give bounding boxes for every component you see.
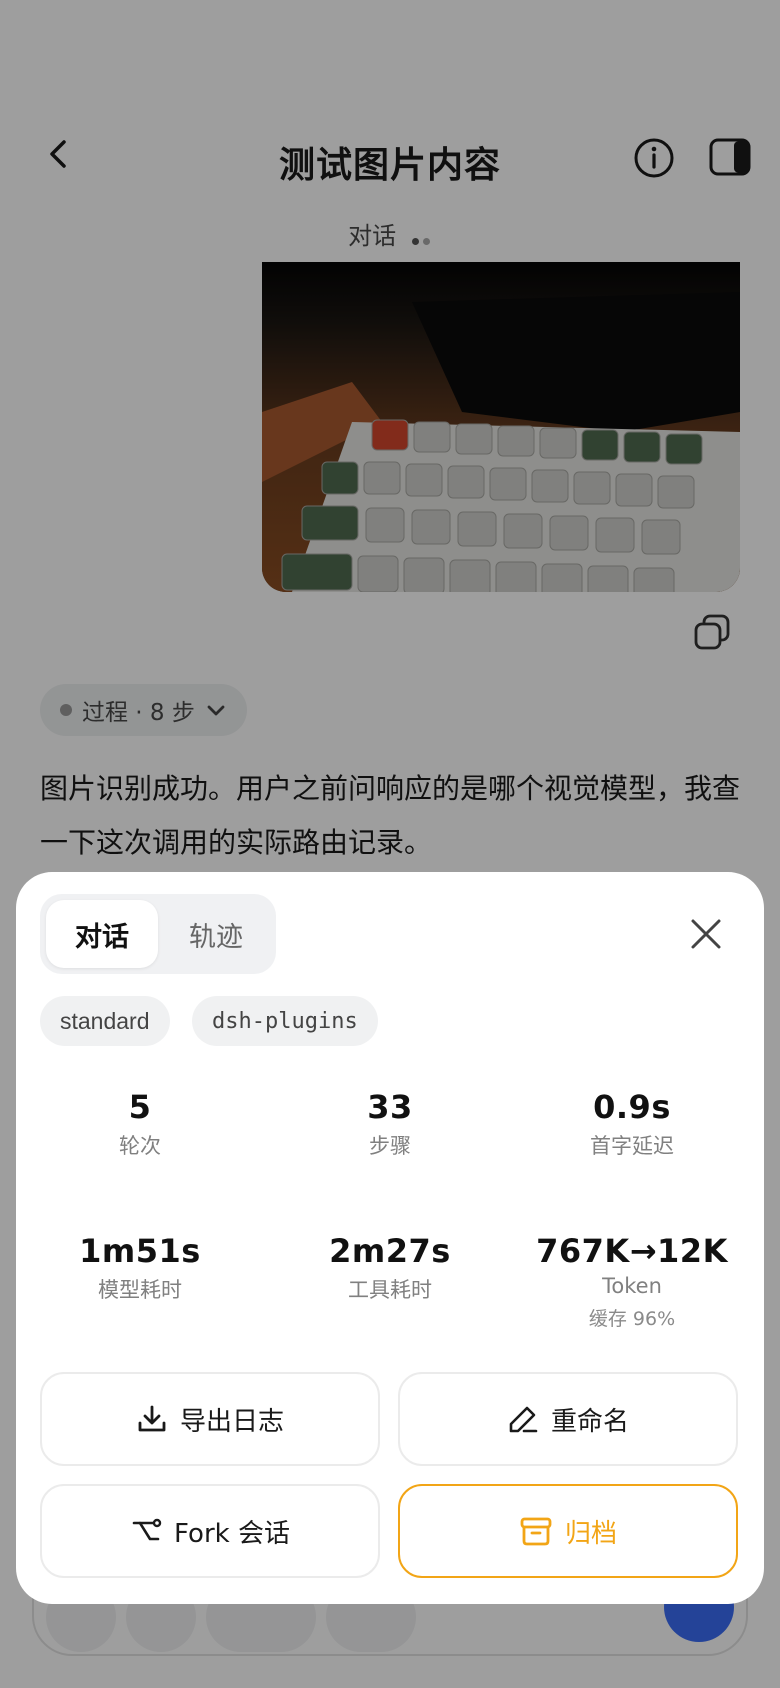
fork-label: Fork 会话 bbox=[174, 1518, 290, 1549]
stat-value: 33 bbox=[367, 1088, 413, 1126]
tag-plugins: dsh-plugins bbox=[192, 996, 378, 1046]
stat-label: 模型耗时 bbox=[98, 1278, 182, 1302]
archive-button[interactable]: 归档 bbox=[398, 1484, 738, 1578]
pencil-icon bbox=[509, 1406, 538, 1433]
details-tabs: 对话 轨迹 bbox=[40, 894, 276, 974]
close-icon bbox=[691, 919, 721, 949]
stat-value: 767K→12K bbox=[536, 1232, 728, 1270]
stat-value: 5 bbox=[128, 1088, 152, 1126]
archive-label: 归档 bbox=[564, 1518, 617, 1549]
stat-label: 轮次 bbox=[119, 1134, 161, 1158]
fork-icon bbox=[132, 1518, 162, 1541]
stat-cache-rate: 缓存 96% bbox=[588, 1308, 676, 1330]
stat-first-token-latency: 0.9s 首字延迟 bbox=[514, 1088, 750, 1160]
conversation-details-sheet: 对话 轨迹 standard dsh-plugins 5 轮次 33 步骤 0.… bbox=[16, 872, 764, 1604]
stat-value: 0.9s bbox=[593, 1088, 671, 1126]
archive-icon bbox=[520, 1517, 552, 1546]
rename-label: 重命名 bbox=[550, 1406, 629, 1437]
export-log-label: 导出日志 bbox=[179, 1406, 284, 1437]
download-icon bbox=[138, 1405, 166, 1432]
export-log-button[interactable]: 导出日志 bbox=[40, 1372, 380, 1466]
stat-label: 步骤 bbox=[369, 1134, 411, 1158]
stat-turns: 5 轮次 bbox=[22, 1088, 258, 1160]
tab-conversation[interactable]: 对话 bbox=[46, 900, 158, 968]
close-button[interactable] bbox=[688, 916, 724, 952]
rename-button[interactable]: 重命名 bbox=[398, 1372, 738, 1466]
fork-conversation-button[interactable]: Fork 会话 bbox=[40, 1484, 380, 1578]
stat-model-time: 1m51s 模型耗时 bbox=[22, 1232, 258, 1304]
stat-label: 工具耗时 bbox=[348, 1278, 432, 1302]
stat-value: 2m27s bbox=[329, 1232, 451, 1270]
stat-label: Token bbox=[602, 1274, 662, 1298]
stat-value: 1m51s bbox=[79, 1232, 201, 1270]
tab-trace[interactable]: 轨迹 bbox=[160, 900, 272, 968]
stat-tool-time: 2m27s 工具耗时 bbox=[272, 1232, 508, 1304]
tag-standard: standard bbox=[40, 996, 170, 1046]
stat-label: 首字延迟 bbox=[590, 1134, 674, 1158]
stat-steps: 33 步骤 bbox=[272, 1088, 508, 1160]
stat-tokens: 767K→12K Token 缓存 96% bbox=[514, 1232, 750, 1331]
